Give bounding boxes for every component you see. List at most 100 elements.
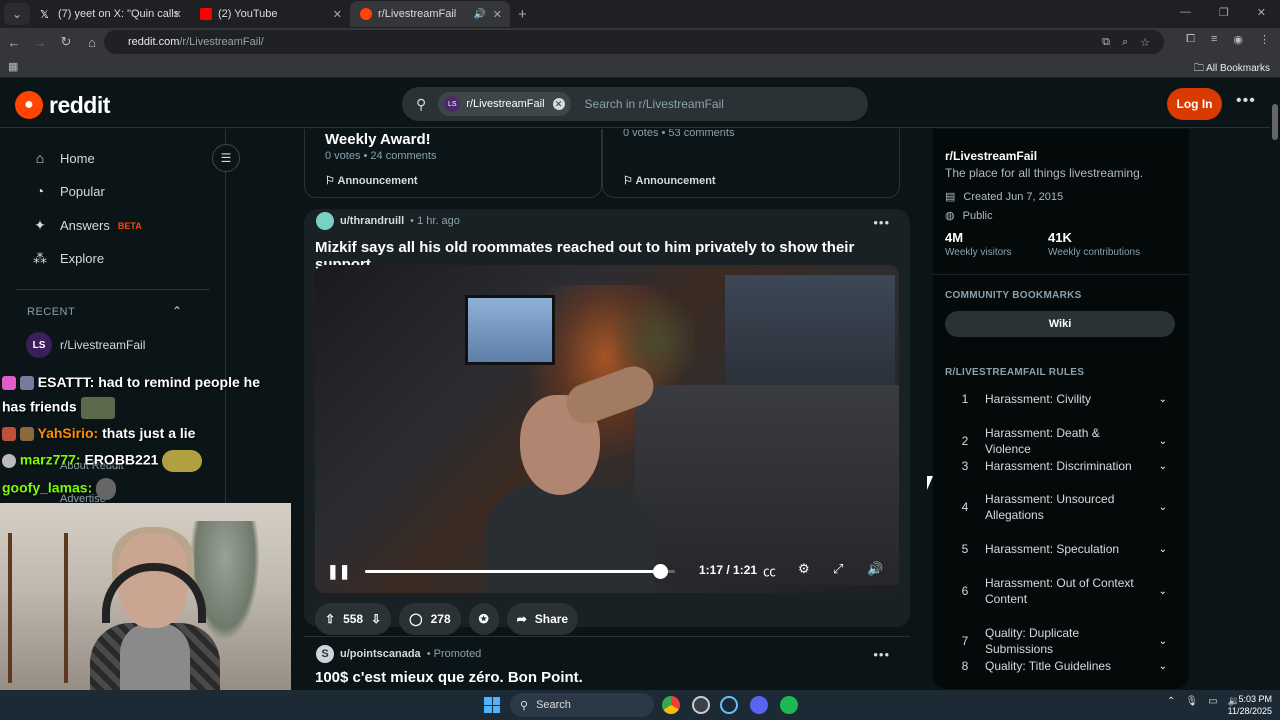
microphone-icon[interactable]: 🎙	[1185, 696, 1198, 707]
minimize-icon[interactable]: —	[1180, 6, 1191, 19]
rule-item[interactable]: 3 Harassment: Discrimination ⌄	[945, 458, 1177, 474]
promoted-author[interactable]: u/pointscanada	[340, 648, 421, 660]
rule-item[interactable]: 2 Harassment: Death & Violence ⌄	[945, 425, 1177, 457]
search-bar[interactable]: ⚲ LS r/LivestreamFail ✕ Search in r/Live…	[402, 87, 868, 121]
search-input[interactable]: Search in r/LivestreamFail	[585, 97, 724, 111]
chrome-icon[interactable]	[662, 696, 680, 714]
heart-badge-icon	[2, 376, 16, 391]
steam-icon[interactable]	[720, 696, 738, 714]
browser-tab-x[interactable]: 𝕏 (7) yeet on X: "Quin calls out x… ✕	[30, 1, 190, 27]
scrollbar-thumb[interactable]	[1272, 104, 1278, 140]
close-tab-icon[interactable]: ✕	[493, 8, 502, 21]
all-bookmarks-button[interactable]: 🗀 All Bookmarks	[1194, 61, 1270, 78]
nav-item-popular[interactable]: ◔ Popular	[32, 183, 105, 199]
post-card[interactable]: u/thrandruill • 1 hr. ago ••• Mizkif say…	[304, 209, 910, 635]
promoted-options-icon[interactable]: •••	[873, 647, 890, 662]
chip-label: r/LivestreamFail	[466, 98, 545, 110]
install-icon[interactable]: ⧉	[1102, 36, 1110, 49]
rule-item[interactable]: 6 Harassment: Out of Context Content ⌄	[945, 575, 1177, 607]
wiki-button[interactable]: Wiki	[945, 311, 1175, 337]
back-icon[interactable]: ←	[2, 35, 26, 50]
apps-grid-icon[interactable]: ▦	[8, 60, 18, 73]
volume-icon[interactable]: 🔊	[867, 561, 883, 577]
nav-item-answers[interactable]: ✦ Answers BETA	[32, 217, 142, 234]
downvote-icon[interactable]: ⇩	[371, 612, 381, 626]
progress-knob[interactable]	[652, 564, 668, 579]
maximize-icon[interactable]: ❐	[1219, 6, 1229, 19]
app-icon[interactable]	[692, 696, 710, 714]
browser-menu-icon[interactable]: ⋮	[1259, 33, 1270, 46]
clear-chip-icon[interactable]: ✕	[552, 98, 565, 110]
share-button[interactable]: ➦ Share	[506, 603, 579, 635]
speaker-icon[interactable]: 🔊	[474, 9, 486, 20]
nav-item-explore[interactable]: ⁂ Explore	[32, 250, 104, 267]
user-avatar[interactable]	[316, 212, 334, 230]
recent-heading[interactable]: RECENT	[27, 306, 75, 318]
sidebar-divider	[933, 274, 1189, 275]
snoo-icon: ●	[15, 91, 43, 119]
settings-gear-icon[interactable]: ⚙	[798, 561, 810, 577]
search-icon: ⚲	[416, 95, 427, 112]
stat-label: Weekly visitors	[945, 247, 1012, 258]
bookmark-star-icon[interactable]: ☆	[1140, 36, 1150, 49]
pause-icon[interactable]: ❚❚	[327, 563, 350, 580]
zoom-icon[interactable]: ⌕	[1122, 36, 1128, 49]
video-player[interactable]: ❚❚ 1:17 / 1:21 ㏄ ⚙ ⤢ 🔊	[315, 265, 899, 593]
emote-icon	[162, 450, 203, 472]
more-options-icon[interactable]: •••	[1236, 92, 1256, 110]
rule-item[interactable]: 4 Harassment: Unsourced Allegations ⌄	[945, 491, 1177, 523]
award-button[interactable]: ✪	[468, 603, 499, 635]
rule-item[interactable]: 8 Quality: Title Guidelines ⌄	[945, 658, 1177, 674]
promoted-avatar[interactable]: S	[316, 645, 334, 663]
reddit-logo[interactable]: ● reddit	[15, 91, 110, 119]
collapse-nav-button[interactable]: ☰	[212, 144, 240, 172]
reddit-favicon-icon	[360, 8, 372, 20]
browser-tab-reddit[interactable]: r/LivestreamFail 🔊 ✕	[350, 1, 510, 27]
home-browser-icon[interactable]: ⌂	[80, 35, 104, 50]
profile-avatar[interactable]: ◉	[1233, 33, 1243, 46]
taskbar-search-label: Search	[536, 699, 571, 711]
spotify-icon[interactable]	[780, 696, 798, 714]
globe-icon: ◍	[945, 210, 955, 222]
announcement-card[interactable]: 0 votes • 53 comments ⚐ Announcement	[602, 129, 900, 198]
login-button[interactable]: Log In	[1167, 88, 1222, 120]
browser-tab-bar: ⌄ 𝕏 (7) yeet on X: "Quin calls out x… ✕ …	[0, 0, 1280, 28]
rule-item[interactable]: 5 Harassment: Speculation ⌄	[945, 541, 1177, 557]
taskbar-clock[interactable]: 5:03 PM 11/28/2025	[1228, 693, 1272, 717]
chevron-up-icon[interactable]: ⌃	[172, 304, 182, 318]
upvote-icon[interactable]: ⇧	[325, 612, 335, 626]
close-tab-icon[interactable]: ✕	[333, 8, 342, 21]
post-options-icon[interactable]: •••	[873, 215, 890, 230]
forward-icon[interactable]: →	[28, 35, 52, 50]
browser-tab-youtube[interactable]: (2) YouTube ✕	[190, 1, 350, 27]
start-button[interactable]	[484, 697, 500, 713]
reload-icon[interactable]: ↻	[54, 34, 78, 50]
announcement-card[interactable]: Weekly Award! 0 votes • 24 comments ⚐ An…	[304, 129, 602, 198]
search-subreddit-chip[interactable]: LS r/LivestreamFail ✕	[438, 92, 571, 116]
captions-icon[interactable]: ㏄	[763, 561, 776, 580]
post-author[interactable]: u/thrandruill	[340, 215, 404, 227]
announcement-meta: 0 votes • 53 comments	[623, 129, 735, 139]
extensions-icon[interactable]: ⧠	[1186, 33, 1195, 46]
media-icon[interactable]: ≡	[1211, 33, 1217, 46]
recent-item-livestreamfail[interactable]: LS r/LivestreamFail	[26, 332, 145, 358]
rule-item[interactable]: 7 Quality: Duplicate Submissions ⌄	[945, 625, 1177, 657]
chevron-up-icon[interactable]: ⌃	[1167, 696, 1175, 707]
discord-icon[interactable]	[750, 696, 768, 714]
url-input[interactable]: reddit.com/r/LivestreamFail/	[104, 30, 1164, 54]
promoted-title[interactable]: 100$ c'est mieux que zéro. Bon Point.	[315, 669, 583, 686]
new-tab-button[interactable]: +	[518, 6, 527, 23]
taskbar-search[interactable]: ⚲ Search	[510, 693, 654, 717]
comments-button[interactable]: ◯ 278	[399, 603, 461, 635]
page-scrollbar[interactable]	[1270, 80, 1280, 690]
close-tab-icon[interactable]: ✕	[173, 8, 182, 21]
tab-search-button[interactable]: ⌄	[4, 3, 30, 25]
video-progress-bar[interactable]	[365, 564, 675, 579]
nav-item-home[interactable]: ⌂ Home	[32, 150, 95, 166]
award-icon: ✪	[478, 612, 489, 626]
rule-item[interactable]: 1 Harassment: Civility ⌄	[945, 391, 1177, 407]
network-icon[interactable]: ▭	[1208, 696, 1217, 707]
tab-title: r/LivestreamFail	[378, 8, 457, 20]
fullscreen-icon[interactable]: ⤢	[833, 561, 843, 577]
close-window-icon[interactable]: ✕	[1257, 6, 1266, 19]
